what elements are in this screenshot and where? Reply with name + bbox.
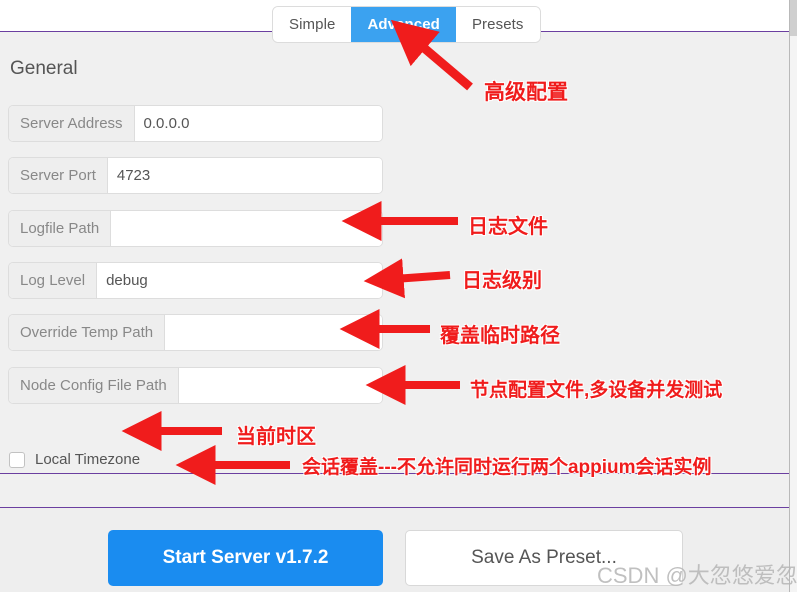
field-node-config-file-path: Node Config File Path — [8, 367, 383, 404]
field-label-override-temp-path: Override Temp Path — [9, 315, 166, 350]
tab-simple[interactable]: Simple — [273, 7, 352, 42]
section-title-general: General — [10, 58, 78, 79]
vertical-scrollbar-track[interactable] — [789, 0, 797, 592]
field-server-address: Server Address — [8, 105, 383, 142]
checkbox-label-local-timezone: Local Timezone — [35, 451, 141, 468]
field-label-server-address: Server Address — [9, 106, 135, 141]
input-log-level[interactable] — [97, 263, 382, 298]
field-label-server-port: Server Port — [9, 158, 108, 193]
field-label-node-config-file-path: Node Config File Path — [9, 368, 179, 403]
field-server-port: Server Port — [8, 157, 383, 194]
input-server-port[interactable] — [107, 158, 382, 193]
checkbox-local-timezone[interactable] — [9, 451, 25, 468]
footer-bar: Start Server v1.7.2 Save As Preset... — [0, 508, 789, 592]
field-override-temp-path: Override Temp Path — [8, 314, 383, 351]
field-label-log-level: Log Level — [9, 263, 98, 298]
save-as-preset-button[interactable]: Save As Preset... — [405, 530, 683, 586]
input-node-config-file-path[interactable] — [178, 368, 382, 403]
settings-panel: General Server Address Server Port Logfi… — [0, 32, 789, 473]
tab-advanced[interactable]: Advanced — [351, 7, 456, 42]
tab-bar: Simple Advanced Presets — [272, 6, 541, 43]
input-override-temp-path[interactable] — [165, 315, 382, 350]
field-logfile-path: Logfile Path — [8, 210, 383, 247]
start-server-button[interactable]: Start Server v1.7.2 — [108, 530, 383, 586]
appium-advanced-settings-window: Simple Advanced Presets General Server A… — [0, 0, 797, 592]
field-label-logfile-path: Logfile Path — [9, 211, 112, 246]
tab-presets[interactable]: Presets — [455, 7, 540, 42]
divider-rule-middle — [0, 473, 789, 474]
vertical-scrollbar-thumb[interactable] — [790, 0, 797, 36]
field-log-level: Log Level — [8, 262, 383, 299]
input-logfile-path[interactable] — [111, 211, 382, 246]
input-server-address[interactable] — [134, 106, 382, 141]
checkbox-row-local-timezone[interactable]: Local Timezone — [9, 451, 140, 468]
